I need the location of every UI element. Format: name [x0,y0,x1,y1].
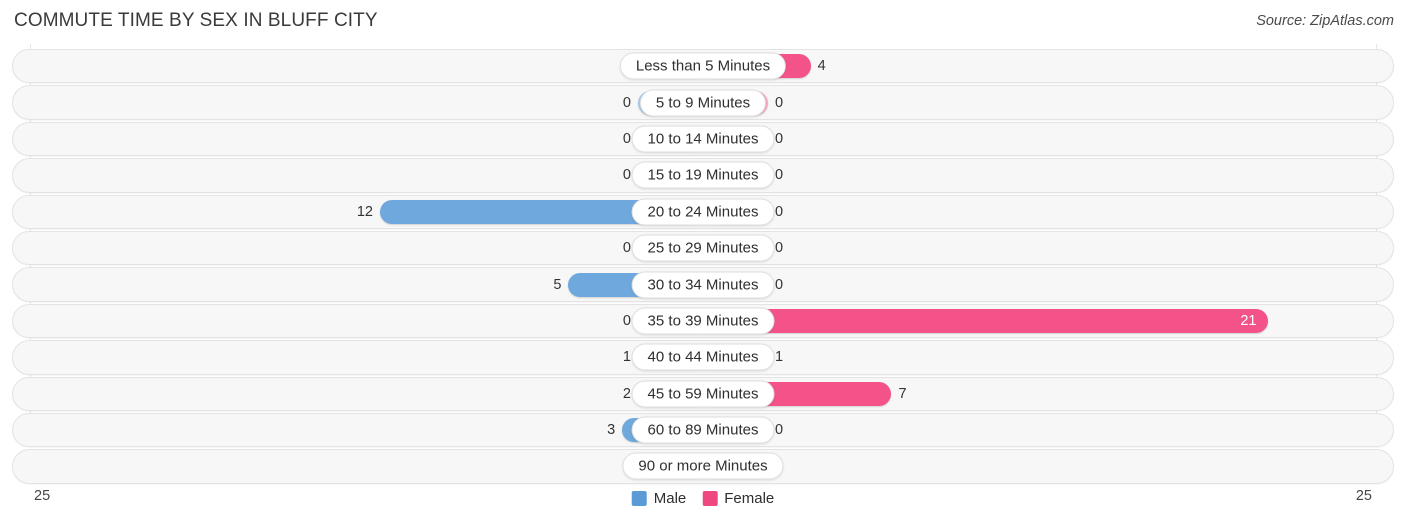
category-label[interactable]: 60 to 89 Minutes [631,416,775,444]
value-label-male: 0 [622,94,631,111]
legend-swatch-male-icon [631,491,647,506]
value-label-male: 0 [622,167,631,184]
category-label[interactable]: 35 to 39 Minutes [631,307,775,335]
bar-female[interactable] [703,308,1269,333]
value-label-male: 2 [622,385,631,402]
value-label-female: 0 [775,239,784,256]
value-label-female: 1 [775,349,784,366]
value-label-female: 0 [775,203,784,220]
category-label[interactable]: 5 to 9 Minutes [639,89,767,117]
legend-item-male[interactable]: Male [631,490,687,507]
value-label-female: 21 [1240,312,1257,329]
value-label-male: 12 [356,203,373,220]
value-label-female: 0 [775,130,784,147]
chart-footer: 25 25 Male Female [0,484,1406,522]
chart-row: 04Less than 5 Minutes [0,48,1406,84]
value-label-female: 0 [775,421,784,438]
category-label[interactable]: Less than 5 Minutes [619,52,787,80]
chart-page: COMMUTE TIME BY SEX IN BLUFF CITY Source… [0,0,1406,522]
value-label-male: 1 [622,349,631,366]
legend: Male Female [631,490,774,507]
axis-label-right: 25 [1355,488,1372,504]
source-attribution: Source: ZipAtlas.com [1256,13,1394,29]
value-label-male: 5 [553,276,562,293]
legend-label-female: Female [724,490,775,507]
chart-row: 0 0 25 to 29 Minutes [0,230,1406,266]
value-label-female: 4 [817,57,826,74]
category-label[interactable]: 15 to 19 Minutes [631,161,775,189]
category-label[interactable]: 10 to 14 Minutes [631,125,775,153]
category-label[interactable]: 90 or more Minutes [622,452,784,480]
plot-area: 04Less than 5 Minutes005 to 9 Minutes001… [0,44,1406,484]
value-label-male: 0 [622,312,631,329]
chart-row: 12 0 20 to 24 Minutes [0,194,1406,230]
chart-row: 0 21 35 to 39 Minutes [0,303,1406,339]
chart-row: 0 0 10 to 14 Minutes [0,121,1406,157]
chart-row: 0090 or more Minutes [0,448,1406,484]
category-label[interactable]: 30 to 34 Minutes [631,271,775,299]
chart-row: 5 0 30 to 34 Minutes [0,266,1406,302]
value-label-male: 0 [622,130,631,147]
category-label[interactable]: 25 to 29 Minutes [631,234,775,262]
chart-row: 1 1 40 to 44 Minutes [0,339,1406,375]
value-label-female: 7 [898,385,907,402]
chart-row: 0 0 5 to 9 Minutes [0,84,1406,120]
legend-label-male: Male [653,490,687,507]
value-label-male: 3 [607,421,616,438]
legend-item-female[interactable]: Female [702,490,774,507]
value-label-female: 0 [775,276,784,293]
chart-row: 0 0 15 to 19 Minutes [0,157,1406,193]
chart-row: 2 7 45 to 59 Minutes [0,376,1406,412]
legend-swatch-female-icon [702,491,718,506]
value-label-female: 0 [775,167,784,184]
category-label[interactable]: 40 to 44 Minutes [631,343,775,371]
value-label-male: 0 [622,239,631,256]
axis-label-left: 25 [34,488,51,504]
page-title: COMMUTE TIME BY SEX IN BLUFF CITY [14,10,378,31]
category-label[interactable]: 45 to 59 Minutes [631,380,775,408]
chart-header: COMMUTE TIME BY SEX IN BLUFF CITY Source… [0,0,1406,44]
bar-rows: 04Less than 5 Minutes005 to 9 Minutes001… [0,48,1406,485]
value-label-female: 0 [775,94,784,111]
chart-row: 3 0 60 to 89 Minutes [0,412,1406,448]
category-label[interactable]: 20 to 24 Minutes [631,198,775,226]
